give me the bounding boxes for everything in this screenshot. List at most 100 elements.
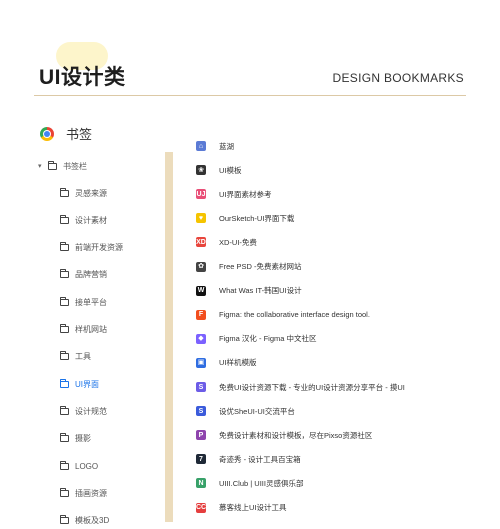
tree-item-label: 书签栏 [63, 161, 87, 171]
bookmark-item[interactable]: 7 奇迹秀 - 设计工具百宝箱 [196, 451, 301, 467]
tree-item[interactable]: 接单平台 [60, 294, 107, 310]
bookmark-item[interactable]: CC 慕客线上UI设计工具 [196, 500, 287, 516]
bookmark-item[interactable]: XD XD-UI-免费 [196, 234, 257, 250]
page-header: UI设计类 DESIGN BOOKMARKS [0, 0, 500, 96]
bookmark-label: 免费设计素材和设计模板，尽在Pixso资源社区 [219, 430, 373, 440]
scrollbar[interactable] [165, 152, 173, 522]
tree-item-label: 样机网站 [75, 325, 107, 334]
pixso-icon: P [196, 430, 206, 441]
bookmark-label: UI模板 [219, 165, 242, 175]
folder-icon [60, 214, 69, 224]
figma-cn-icon: ◆ [196, 333, 206, 344]
tree-item[interactable]: 设计规范 [60, 403, 107, 419]
s-icon: S [196, 382, 206, 392]
mockup-icon: ▣ [196, 357, 206, 368]
tree-item[interactable]: 插画资源 [60, 485, 107, 501]
tree-item-label: LOGO [75, 461, 99, 471]
bookmark-label: 蓝湖 [219, 141, 234, 151]
folder-icon [60, 351, 69, 361]
bookmark-item[interactable]: UJ UI界面素材参考 [196, 186, 272, 202]
bookmark-label: Figma 汉化 - Figma 中文社区 [219, 334, 317, 344]
bookmark-label: UI界面素材参考 [219, 189, 272, 199]
heart-icon: ♥ [196, 213, 206, 224]
bookmark-item[interactable]: S 免费UI设计资源下载 - 专业的UI设计资源分享平台 - 摸UI [196, 379, 405, 395]
tree-item[interactable]: UI界面 [60, 376, 99, 392]
tree-item-label: 品牌营销 [75, 270, 107, 280]
bookmark-item[interactable]: ⌂ 蓝湖 [196, 138, 234, 154]
blue-logo-icon: ⌂ [196, 141, 206, 151]
tree-item-label: 模板及3D [75, 516, 110, 526]
bookmark-item[interactable]: ♥ OurSketch-UI界面下载 [196, 210, 294, 226]
bookmark-item[interactable]: ▣ UI样机模版 [196, 355, 257, 371]
tree-item[interactable]: 样机网站 [60, 322, 107, 338]
tree-item-label: 前端开发资源 [75, 243, 123, 253]
tree-item[interactable]: LOGO [60, 458, 98, 474]
tree-item[interactable]: 前端开发资源 [60, 240, 123, 256]
bookmark-label: XD-UI-免费 [219, 237, 257, 247]
bookmark-item[interactable]: ❀ UI模板 [196, 162, 242, 178]
xd-icon: XD [196, 237, 206, 248]
folder-icon [60, 460, 69, 470]
tree-item[interactable]: 设计素材 [60, 212, 107, 228]
tree-item-label: 插画资源 [75, 488, 107, 498]
bookmark-label: 设优SheUI-UI交流平台 [219, 406, 295, 416]
folder-icon [48, 160, 57, 170]
folder-icon [60, 378, 69, 388]
page-tagline: DESIGN BOOKMARKS [332, 71, 464, 85]
folder-icon [60, 433, 69, 443]
tree-item[interactable]: 摄影 [60, 431, 91, 447]
uiii-icon: N [196, 478, 206, 489]
tree-item[interactable]: 工具 [60, 349, 91, 365]
bookmark-label: 慕客线上UI设计工具 [219, 503, 287, 512]
uj-icon: UJ [196, 189, 206, 200]
tree-item[interactable]: 品牌营销 [60, 267, 107, 283]
pattern-icon: ❀ [196, 165, 206, 176]
cc-icon: CC [195, 502, 207, 513]
bookmark-label: Free PSD -免费素材网站 [219, 262, 302, 271]
tree-item-label: 工具 [75, 352, 91, 362]
bookmark-label: UI样机模版 [219, 358, 257, 368]
w-icon: W [196, 285, 206, 296]
folder-icon [60, 515, 69, 525]
bookmark-item[interactable]: ✿ Free PSD -免费素材网站 [196, 259, 302, 275]
tree-item-label: 接单平台 [75, 297, 107, 307]
tree-item[interactable]: 模板及3D [60, 513, 109, 529]
chevron-down-icon[interactable]: ▾ [38, 162, 48, 170]
folder-icon [60, 269, 69, 279]
folder-icon [60, 187, 69, 197]
tree-item-label: 设计素材 [75, 215, 107, 225]
bookmarks-header: 书签 [40, 124, 92, 143]
page-title: UI设计类 [39, 66, 126, 89]
bookmark-item[interactable]: F Figma: the collaborative interface desi… [196, 307, 370, 323]
folder-icon [60, 242, 69, 252]
tree-item-label: 设计规范 [75, 406, 107, 416]
folder-icon [60, 324, 69, 333]
tree-item-label: UI界面 [75, 379, 99, 389]
scrollbar-thumb[interactable] [165, 152, 173, 522]
figma-icon: F [196, 309, 206, 320]
bookmark-item[interactable]: S 设优SheUI-UI交流平台 [196, 403, 295, 419]
bookmark-label: What Was IT-韩国UI设计 [219, 286, 302, 296]
bookmark-label: Figma: the collaborative interface desig… [219, 310, 370, 320]
bookmark-label: 奇迹秀 - 设计工具百宝箱 [219, 454, 301, 464]
folder-icon [60, 487, 69, 497]
bookmark-label: UIII.Club | UIII灵感俱乐部 [219, 478, 304, 488]
bookmarks-title: 书签 [66, 127, 93, 142]
folder-icon [60, 405, 69, 415]
tree-item-label: 灵感来源 [75, 188, 107, 198]
bookmark-label: 免费UI设计资源下载 - 专业的UI设计资源分享平台 - 摸UI [219, 382, 405, 392]
bookmark-item[interactable]: W What Was IT-韩国UI设计 [196, 283, 302, 299]
bookmark-item[interactable]: P 免费设计素材和设计模板，尽在Pixso资源社区 [196, 427, 372, 443]
chrome-icon [40, 126, 54, 141]
tree-item-label: 摄影 [75, 434, 91, 444]
tree-root-bookmarks-bar[interactable]: ▾ 书签栏 [38, 158, 87, 174]
sheui-icon: S [196, 406, 206, 417]
header-divider [34, 95, 466, 96]
bookmark-label: OurSketch-UI界面下载 [219, 213, 295, 223]
bookmark-item[interactable]: N UIII.Club | UIII灵感俱乐部 [196, 475, 303, 491]
seven-icon: 7 [196, 454, 206, 465]
folder-icon [60, 296, 69, 306]
bookmark-item[interactable]: ◆ Figma 汉化 - Figma 中文社区 [196, 331, 317, 347]
freepsd-icon: ✿ [196, 261, 206, 272]
tree-item[interactable]: 灵感来源 [60, 185, 107, 201]
